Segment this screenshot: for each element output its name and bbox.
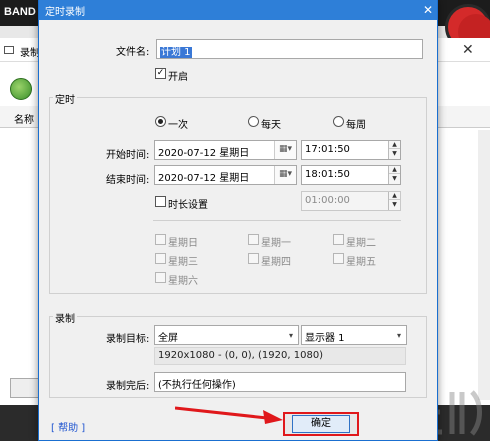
spin-up-icon[interactable]: ▲ bbox=[389, 141, 400, 149]
end-time-label: 结束时间: bbox=[106, 175, 150, 186]
spin-down-icon[interactable]: ▼ bbox=[389, 174, 400, 183]
start-date-value: 2020-07-12 星期日 bbox=[158, 148, 250, 159]
background-column-name: 名称 bbox=[14, 115, 34, 126]
end-time-input[interactable]: 18:01:50 ▲ ▼ bbox=[301, 165, 401, 185]
recording-group-title: 录制 bbox=[53, 310, 77, 325]
weekday-label-sat: 星期六 bbox=[168, 276, 198, 287]
ok-button[interactable]: 确定 bbox=[283, 412, 359, 436]
resolution-text: 1920x1080 - (0, 0), (1920, 1080) bbox=[158, 350, 324, 361]
record-target-select[interactable]: 全屏 ▾ bbox=[154, 325, 299, 345]
display-value: 显示器 1 bbox=[305, 333, 345, 344]
background-window-icon bbox=[4, 46, 14, 54]
name-input-value: 计划 1 bbox=[160, 47, 192, 58]
radio-weekly-label: 每周 bbox=[346, 120, 366, 131]
schedule-separator bbox=[153, 220, 401, 221]
duration-input[interactable]: 01:00:00 ▲ ▼ bbox=[301, 191, 401, 211]
spin-up-icon[interactable]: ▲ bbox=[389, 192, 400, 200]
record-target-label: 录制目标: bbox=[106, 334, 150, 345]
start-time-value: 17:01:50 bbox=[305, 144, 350, 155]
display-select[interactable]: 显示器 1 ▾ bbox=[301, 325, 407, 345]
radio-daily[interactable] bbox=[248, 116, 259, 127]
record-target-value: 全屏 bbox=[158, 333, 178, 344]
background-button[interactable] bbox=[10, 378, 40, 398]
background-close-icon[interactable]: ✕ bbox=[462, 42, 474, 58]
spin-down-icon[interactable]: ▼ bbox=[389, 149, 400, 158]
dialog-titlebar: 定时录制 ✕ bbox=[39, 0, 437, 20]
duration-label: 时长设置 bbox=[168, 200, 208, 211]
weekday-label-sun: 星期日 bbox=[168, 238, 198, 249]
radio-once[interactable] bbox=[155, 116, 166, 127]
chevron-down-icon[interactable]: ▾ bbox=[284, 326, 298, 344]
background-window-title: 录制 bbox=[20, 48, 40, 59]
start-date-picker[interactable]: 2020-07-12 星期日 ▦▾ bbox=[154, 140, 297, 160]
weekday-checkbox-thu[interactable] bbox=[248, 253, 259, 264]
start-time-input[interactable]: 17:01:50 ▲ ▼ bbox=[301, 140, 401, 160]
enable-label: 开启 bbox=[168, 72, 188, 83]
spin-down-icon[interactable]: ▼ bbox=[389, 200, 400, 209]
name-label: 文件名: bbox=[116, 47, 150, 58]
weekday-checkbox-tue[interactable] bbox=[333, 234, 344, 245]
weekday-label-fri: 星期五 bbox=[346, 257, 376, 268]
schedule-group-title: 定时 bbox=[53, 91, 77, 106]
radio-once-label: 一次 bbox=[168, 120, 188, 131]
close-icon[interactable]: ✕ bbox=[419, 0, 437, 20]
ok-button-label: 确定 bbox=[292, 415, 350, 433]
weekday-label-thu: 星期四 bbox=[261, 257, 291, 268]
calendar-dropdown-icon[interactable]: ▦▾ bbox=[274, 141, 296, 159]
weekday-checkbox-sat[interactable] bbox=[155, 272, 166, 283]
weekday-label-wed: 星期三 bbox=[168, 257, 198, 268]
weekday-checkbox-fri[interactable] bbox=[333, 253, 344, 264]
name-input[interactable]: 计划 1 bbox=[156, 39, 423, 59]
help-link[interactable]: [ 帮助 ] bbox=[51, 419, 85, 434]
background-app-brand: BAND bbox=[4, 6, 36, 18]
start-time-spinner[interactable]: ▲ ▼ bbox=[388, 141, 400, 159]
dialog-title: 定时录制 bbox=[45, 7, 85, 18]
scheduled-recording-dialog: 定时录制 ✕ 文件名: 计划 1 ✓ 开启 定时 一次 每天 每周 开始时间: … bbox=[38, 0, 438, 441]
chevron-down-icon[interactable]: ▾ bbox=[392, 326, 406, 344]
enable-checkbox[interactable]: ✓ bbox=[155, 68, 166, 79]
background-scrollbar[interactable] bbox=[478, 130, 490, 400]
end-time-value: 18:01:50 bbox=[305, 169, 350, 180]
end-date-value: 2020-07-12 星期日 bbox=[158, 173, 250, 184]
radio-weekly[interactable] bbox=[333, 116, 344, 127]
duration-value: 01:00:00 bbox=[305, 195, 350, 206]
weekday-label-tue: 星期二 bbox=[346, 238, 376, 249]
annotation-arrow-icon bbox=[175, 406, 283, 424]
start-time-label: 开始时间: bbox=[106, 150, 150, 161]
calendar-dropdown-icon[interactable]: ▦▾ bbox=[274, 166, 296, 184]
duration-checkbox[interactable] bbox=[155, 196, 166, 207]
weekday-label-mon: 星期一 bbox=[261, 238, 291, 249]
weekday-checkbox-mon[interactable] bbox=[248, 234, 259, 245]
spin-up-icon[interactable]: ▲ bbox=[389, 166, 400, 174]
radio-daily-label: 每天 bbox=[261, 120, 281, 131]
end-time-spinner[interactable]: ▲ ▼ bbox=[388, 166, 400, 184]
resolution-readout: 1920x1080 - (0, 0), (1920, 1080) bbox=[154, 347, 406, 365]
after-recording-label: 录制完后: bbox=[106, 381, 150, 392]
after-recording-select[interactable]: (不执行任何操作) bbox=[154, 372, 406, 392]
duration-spinner[interactable]: ▲ ▼ bbox=[388, 192, 400, 210]
weekday-checkbox-sun[interactable] bbox=[155, 234, 166, 245]
end-date-picker[interactable]: 2020-07-12 星期日 ▦▾ bbox=[154, 165, 297, 185]
background-refresh-icon[interactable] bbox=[10, 78, 32, 100]
after-recording-value: (不执行任何操作) bbox=[158, 380, 236, 391]
weekday-checkbox-wed[interactable] bbox=[155, 253, 166, 264]
